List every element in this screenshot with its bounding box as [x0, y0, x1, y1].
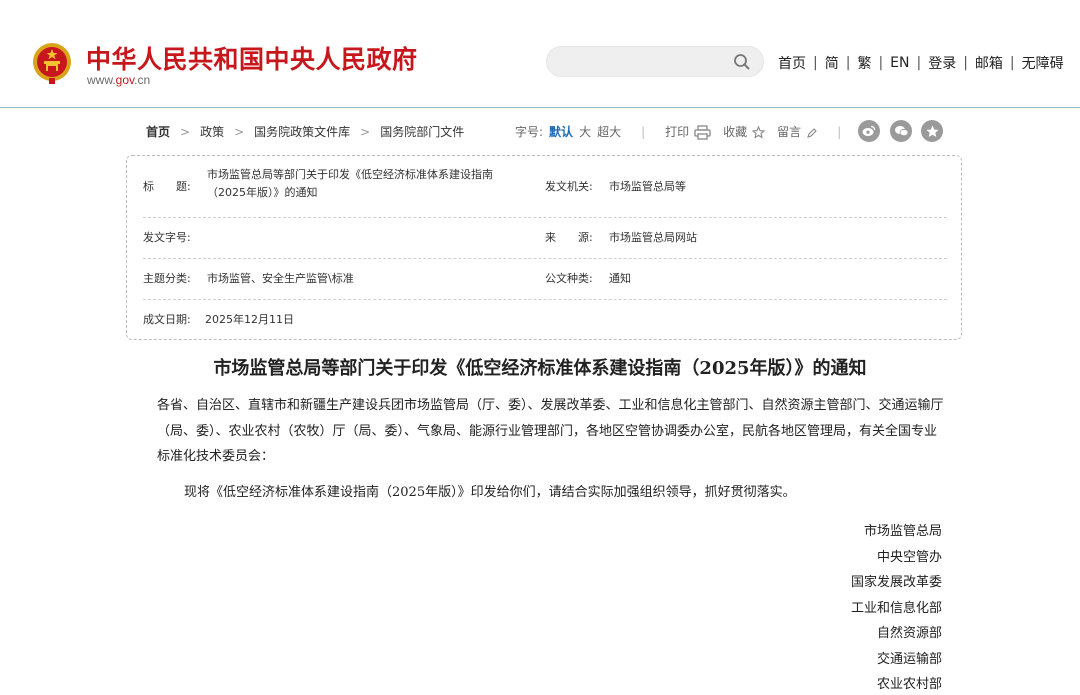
topic-label: 主题分类:: [143, 272, 191, 285]
info-row-topic: 主题分类: 市场监管、安全生产监管\标准 公文种类: 通知: [143, 259, 947, 300]
site-url-prefix: www.: [87, 73, 116, 87]
info-row-docno: 发文字号: 来 源: 市场监管总局网站: [143, 218, 947, 259]
nav-simplified[interactable]: 简: [825, 53, 839, 73]
breadcrumb-policy[interactable]: 政策: [200, 123, 224, 140]
nav-traditional[interactable]: 繁: [857, 53, 871, 73]
nav-home[interactable]: 首页: [778, 53, 806, 73]
print-button[interactable]: 打印: [665, 123, 711, 140]
article-tools: 字号: 默认 大 超大 | 打印 收藏 留言 |: [515, 123, 861, 140]
site-url-mid: gov: [115, 73, 135, 87]
wechat-share-button[interactable]: [890, 120, 912, 142]
nav-separator: |: [963, 55, 968, 71]
site-url: www.gov.cn: [87, 73, 150, 87]
nav-separator: |: [916, 55, 922, 71]
signer: 中央空管办: [876, 549, 942, 565]
article-title: 市场监管总局等部门关于印发《低空经济标准体系建设指南（2025年版）》的通知: [213, 358, 867, 379]
top-nav: 首页 | 简 | 繁 | EN | 登录 | 邮箱 | 无障碍: [778, 53, 1064, 73]
qzone-share-button[interactable]: [921, 120, 943, 142]
title-value: 市场监管总局等部门关于印发《低空经济标准体系建设指南 （2025年版）》的通知: [207, 166, 527, 202]
site-title[interactable]: 中华人民共和国中央人民政府: [86, 40, 418, 76]
signer: 市场监管总局: [863, 524, 942, 539]
tools-separator: |: [837, 124, 842, 139]
wechat-icon: [894, 126, 908, 137]
weibo-share-button[interactable]: [858, 120, 880, 142]
topic-value: 市场监管、安全生产监管\标准: [207, 272, 354, 285]
signer: 工业和信息化部: [850, 600, 942, 616]
nav-login[interactable]: 登录: [928, 53, 956, 73]
comment-label: 留言: [777, 125, 802, 139]
nav-separator: |: [813, 55, 818, 71]
breadcrumb-policy-library[interactable]: 国务院政策文件库: [254, 123, 350, 140]
pencil-icon: [807, 127, 817, 138]
site-url-suffix: .cn: [134, 73, 151, 87]
signer-list: 市场监管总局 中央空管办 国家发展改革委 工业和信息化部 自然资源部 交通运输部…: [851, 519, 942, 695]
breadcrumb-arrow: >: [234, 124, 245, 139]
print-icon: [694, 125, 711, 140]
title-value-line2: （2025年版）》的通知: [207, 186, 318, 199]
star-icon: [751, 125, 766, 139]
title-value-line1: 市场监管总局等部门关于印发《低空经济标准体系建设指南: [207, 168, 493, 181]
breadcrumb-department-docs[interactable]: 国务院部门文件: [380, 123, 464, 140]
comment-button[interactable]: 留言: [777, 123, 817, 140]
signer: 农业农村部: [876, 677, 942, 692]
nav-separator: |: [878, 55, 884, 71]
signer: 交通运输部: [876, 651, 942, 667]
title-label: 标 题:: [143, 180, 191, 193]
signer: 自然资源部: [876, 626, 942, 641]
issuer-value: 市场监管总局等: [609, 180, 686, 193]
weibo-icon: [862, 125, 876, 136]
search-icon[interactable]: [733, 53, 751, 71]
font-size-xlarge[interactable]: 超大: [597, 123, 621, 140]
qzone-icon: [925, 125, 939, 137]
search-box: [546, 46, 764, 77]
print-label: 打印: [665, 125, 690, 139]
nav-accessibility[interactable]: 无障碍: [1022, 53, 1064, 73]
nav-separator: |: [845, 55, 851, 71]
doc-type-label: 公文种类:: [545, 272, 593, 285]
nav-mailbox[interactable]: 邮箱: [975, 53, 1003, 73]
search-input[interactable]: [561, 53, 721, 71]
national-emblem-icon[interactable]: [31, 40, 73, 86]
signer: 国家发展改革委: [850, 575, 942, 590]
breadcrumb-home[interactable]: 首页: [146, 123, 170, 140]
article-body: 现将《低空经济标准体系建设指南（2025年版）》印发给你们，请结合实际加强组织领…: [184, 485, 796, 500]
doc-type-value: 通知: [609, 272, 631, 285]
doc-number-label: 发文字号:: [143, 231, 191, 244]
site-header: 中华人民共和国中央人民政府 www.gov.cn 首页 | 简 | 繁 | EN…: [0, 0, 1080, 108]
font-size-label: 字号:: [515, 125, 544, 139]
issuer-label: 发文机关:: [545, 180, 593, 193]
font-size-default[interactable]: 默认: [549, 123, 573, 140]
breadcrumb: 首页 > 政策 > 国务院政策文件库 > 国务院部门文件: [146, 123, 464, 140]
date-label: 成文日期:: [143, 313, 191, 326]
source-label: 来 源:: [545, 231, 593, 244]
favorite-button[interactable]: 收藏: [723, 123, 766, 140]
breadcrumb-arrow: >: [180, 124, 191, 139]
article-addressees: 各省、自治区、直辖市和新疆生产建设兵团市场监管局（厅、委）、发展改革委、工业和信…: [157, 398, 944, 464]
nav-english[interactable]: EN: [890, 55, 909, 71]
source-value: 市场监管总局网站: [609, 231, 697, 244]
info-row-date: 成文日期: 2025年12月11日: [143, 300, 947, 340]
favorite-label: 收藏: [723, 125, 748, 139]
font-size-large[interactable]: 大: [579, 123, 591, 140]
breadcrumb-arrow: >: [360, 124, 371, 139]
info-row-title: 标 题: 市场监管总局等部门关于印发《低空经济标准体系建设指南 （2025年版）》…: [143, 156, 947, 218]
nav-separator: |: [1009, 55, 1015, 71]
date-value: 2025年12月11日: [205, 313, 294, 326]
document-info-table: 标 题: 市场监管总局等部门关于印发《低空经济标准体系建设指南 （2025年版）》…: [126, 155, 962, 340]
tools-separator: |: [641, 124, 646, 139]
